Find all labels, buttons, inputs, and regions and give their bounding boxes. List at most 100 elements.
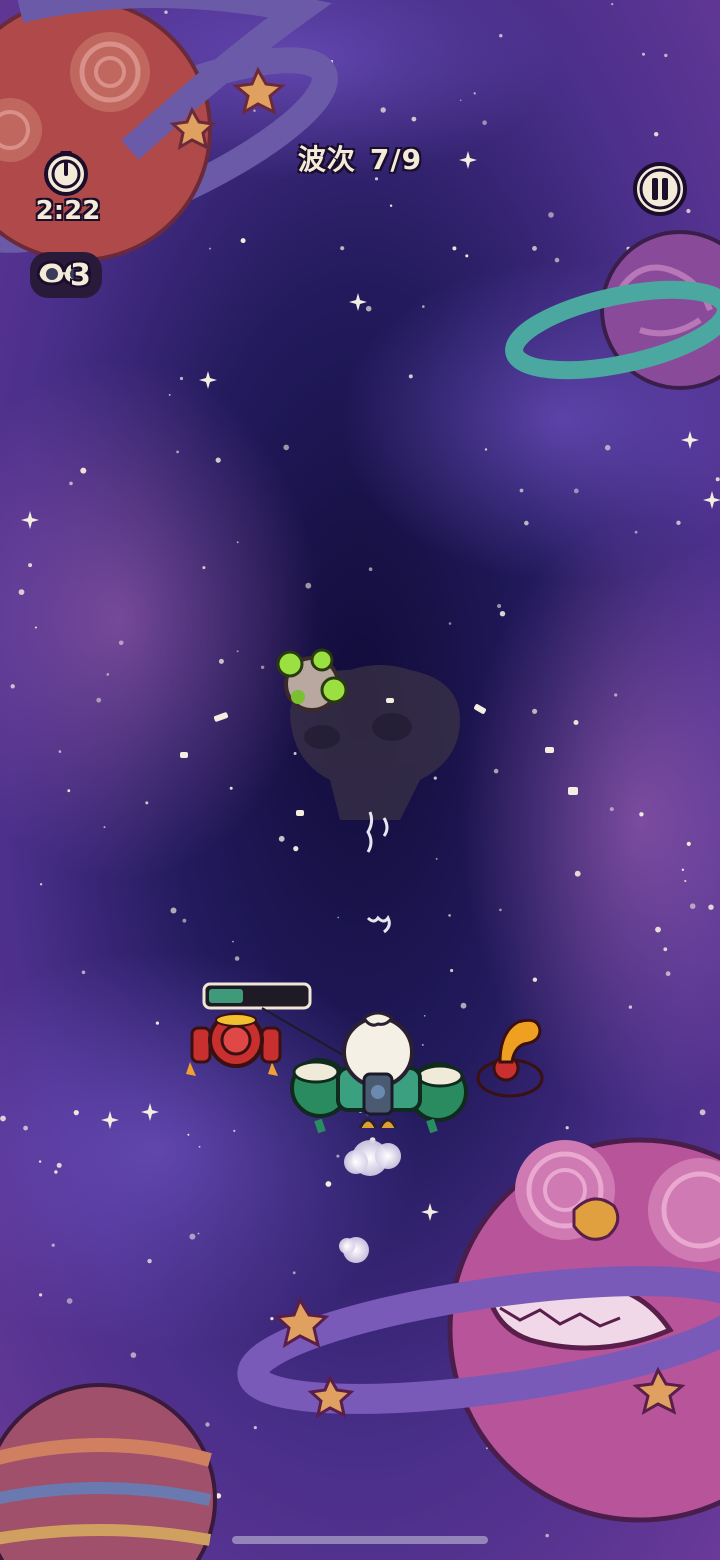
health-bar-fill (209, 989, 243, 1003)
star (450, 968, 454, 973)
star (130, 1352, 137, 1358)
star (519, 488, 524, 493)
star (655, 926, 661, 933)
star (69, 481, 73, 486)
timer-readout: 2:22 (35, 196, 101, 226)
star (155, 1021, 159, 1025)
star (66, 1298, 73, 1304)
star (460, 1002, 467, 1009)
star (497, 604, 502, 608)
star (573, 720, 579, 725)
star (179, 376, 184, 381)
goggles-icon (30, 252, 102, 298)
pause-icon[interactable] (632, 161, 688, 217)
star (198, 1145, 201, 1148)
star (699, 1109, 706, 1116)
star (229, 786, 233, 790)
star (337, 916, 340, 919)
star (484, 448, 488, 451)
star (205, 1422, 210, 1427)
star (202, 566, 206, 570)
star (168, 394, 171, 396)
star (421, 1043, 424, 1046)
star (448, 914, 451, 917)
star (465, 254, 469, 258)
star (182, 918, 187, 923)
star (532, 246, 537, 251)
star (305, 582, 312, 589)
star (278, 835, 285, 842)
star (408, 374, 413, 379)
star (38, 1160, 42, 1163)
star (614, 693, 618, 697)
star (499, 908, 502, 912)
star (240, 238, 246, 244)
star (423, 1015, 426, 1017)
star (684, 879, 687, 883)
star (283, 444, 290, 451)
speedometer-icon (44, 151, 88, 196)
star (28, 563, 33, 568)
star (708, 904, 714, 910)
star (189, 1233, 196, 1240)
star (634, 530, 638, 534)
wave-counter: 波次 7/9 (0, 138, 720, 178)
star (493, 768, 499, 774)
star (39, 1293, 43, 1297)
star (340, 246, 345, 251)
star (39, 883, 43, 886)
home-indicator[interactable] (232, 1536, 488, 1544)
star (187, 1133, 190, 1136)
game-scene[interactable] (0, 0, 720, 1560)
star (548, 212, 554, 218)
star (389, 204, 393, 207)
star (452, 246, 457, 251)
star (260, 665, 265, 669)
star (18, 589, 25, 595)
star (56, 1162, 62, 1168)
star (663, 947, 668, 952)
star (524, 520, 529, 526)
star (164, 10, 168, 14)
star (676, 520, 681, 525)
star (642, 52, 645, 56)
star (80, 467, 87, 474)
star (176, 450, 180, 454)
star (435, 857, 438, 860)
star (103, 826, 106, 829)
star (689, 903, 696, 909)
star (34, 626, 37, 629)
star (292, 1271, 296, 1275)
star (236, 650, 239, 653)
star (118, 640, 124, 646)
star (609, 807, 614, 812)
star (232, 940, 234, 943)
star (545, 1533, 549, 1538)
star (611, 3, 614, 6)
star (665, 971, 671, 977)
star (639, 812, 644, 817)
star (411, 116, 417, 122)
star (532, 708, 538, 714)
star (106, 673, 110, 676)
star (448, 622, 452, 625)
wave-label: 波次 (297, 143, 356, 176)
star (554, 257, 560, 263)
star (604, 444, 611, 451)
star (81, 970, 86, 975)
star (574, 870, 581, 877)
star (233, 1129, 236, 1132)
star (325, 1181, 332, 1187)
star (380, 107, 386, 113)
star (253, 109, 256, 112)
star (628, 1005, 633, 1009)
star (270, 1317, 274, 1321)
star (96, 697, 102, 703)
star (422, 305, 425, 308)
star (664, 53, 668, 58)
star (459, 99, 462, 102)
star (54, 1170, 58, 1174)
star (209, 247, 211, 250)
star (573, 488, 579, 494)
star (218, 658, 224, 664)
